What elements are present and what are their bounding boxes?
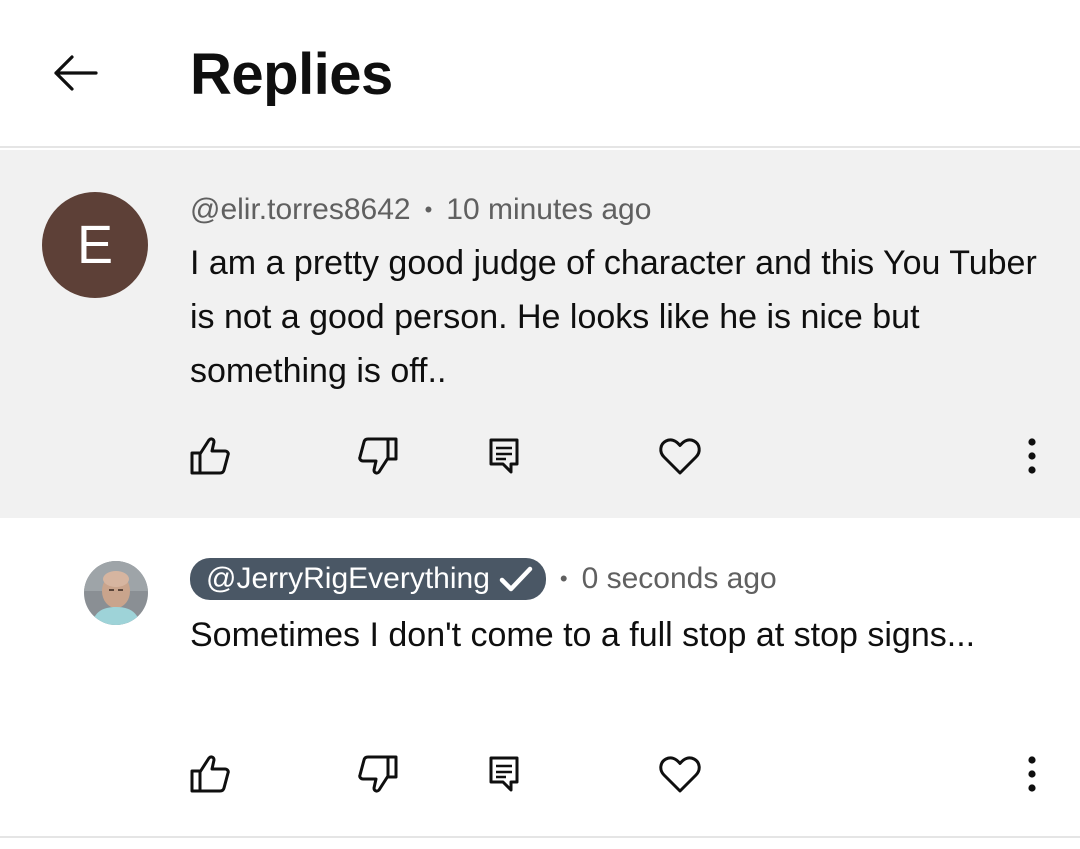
comment-time[interactable]: 0 seconds ago <box>582 559 777 599</box>
heart-icon <box>659 438 701 475</box>
dislike-button[interactable] <box>348 744 408 804</box>
comment-meta: @elir.torres8642 • 10 minutes ago <box>190 190 651 230</box>
dislike-button[interactable] <box>348 426 408 486</box>
comment-actions <box>0 426 1080 486</box>
reply-icon <box>489 438 519 474</box>
page-title: Replies <box>190 42 393 107</box>
verified-author-chip[interactable]: @JerryRigEverything <box>190 558 546 600</box>
header-bar: Replies <box>0 0 1080 148</box>
comment-author: @JerryRigEverything <box>206 562 490 595</box>
profile-photo <box>84 561 148 625</box>
heart-icon <box>659 756 701 793</box>
thumbs-up-icon <box>190 755 230 793</box>
thumbs-down-icon <box>358 755 398 793</box>
more-vert-icon <box>1028 756 1036 792</box>
reply-comment: @JerryRigEverything • 0 seconds ago Some… <box>0 518 1080 838</box>
reply-button[interactable] <box>474 426 534 486</box>
more-vert-icon <box>1028 438 1036 474</box>
heart-button[interactable] <box>650 426 710 486</box>
avatar[interactable] <box>84 561 148 625</box>
more-options-button[interactable] <box>1002 744 1062 804</box>
more-options-button[interactable] <box>1002 426 1062 486</box>
comment-text: Sometimes I don't come to a full stop at… <box>190 616 976 654</box>
meta-separator: • <box>559 566 568 591</box>
back-button[interactable] <box>38 40 112 106</box>
comment-actions <box>0 744 1080 804</box>
comment-text: I am a pretty good judge of character an… <box>190 244 1037 390</box>
meta-separator: • <box>424 197 433 222</box>
comment-author[interactable]: @elir.torres8642 <box>190 190 411 230</box>
verified-check-icon <box>498 565 534 593</box>
like-button[interactable] <box>180 426 240 486</box>
parent-comment: E @elir.torres8642 • 10 minutes ago I am… <box>0 150 1080 518</box>
comment-meta: @JerryRigEverything • 0 seconds ago <box>190 558 777 600</box>
replies-page: Replies E @elir.torres8642 • 10 minutes … <box>0 0 1080 849</box>
thumbs-up-icon <box>190 437 230 475</box>
avatar[interactable]: E <box>42 192 148 298</box>
avatar-letter: E <box>76 215 114 275</box>
like-button[interactable] <box>180 744 240 804</box>
heart-button[interactable] <box>650 744 710 804</box>
comment-time[interactable]: 10 minutes ago <box>446 190 651 230</box>
arrow-left-icon <box>54 55 98 91</box>
reply-icon <box>489 756 519 792</box>
thumbs-down-icon <box>358 437 398 475</box>
reply-button[interactable] <box>474 744 534 804</box>
